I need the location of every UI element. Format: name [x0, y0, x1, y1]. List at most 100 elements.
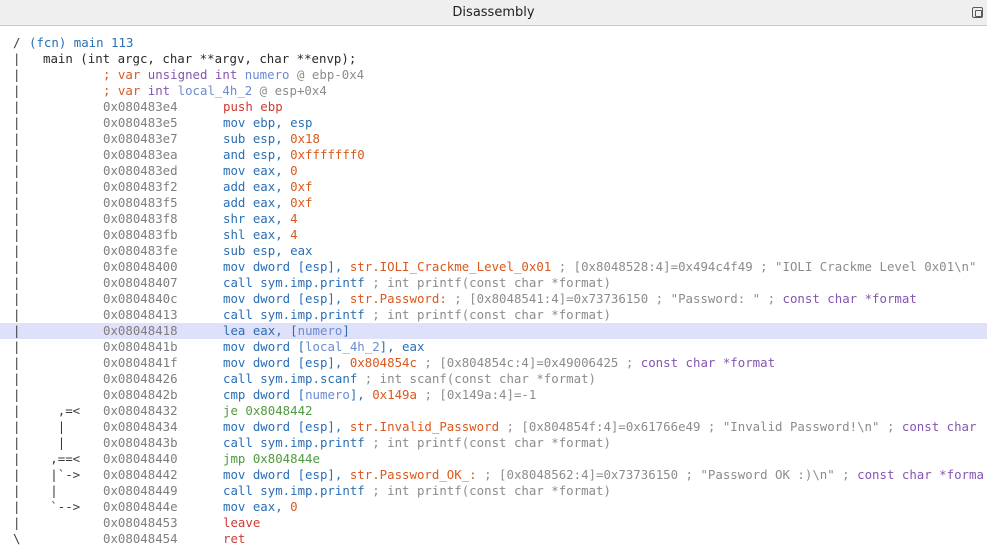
instruction-address[interactable]: 0x0804841b: [103, 339, 178, 355]
instruction-address[interactable]: 0x0804841f: [103, 355, 178, 371]
instruction-token: const char *format: [640, 355, 776, 370]
instruction-row[interactable]: | | 0x0804843b call sym.imp.printf ; int p…: [0, 435, 987, 451]
flow-indicator: | `-->: [13, 499, 81, 514]
instruction-address[interactable]: 0x08048432: [103, 403, 178, 419]
instruction-text[interactable]: je 0x8048442: [223, 403, 313, 419]
instruction-text[interactable]: mov eax, 0: [223, 163, 298, 179]
instruction-address[interactable]: 0x080483f8: [103, 211, 178, 227]
instruction-address[interactable]: 0x080483ed: [103, 163, 178, 179]
instruction-text[interactable]: call sym.imp.scanf ; int scanf(const cha…: [223, 371, 596, 387]
instruction-row[interactable]: | 0x080483f5 add eax, 0xf: [0, 195, 987, 211]
instruction-row[interactable]: | 0x080483f8 shr eax, 4: [0, 211, 987, 227]
var-declaration[interactable]: | ; var int local_4h_2 @ esp+0x4: [0, 83, 987, 99]
instruction-row[interactable]: | 0x0804841b mov dword [local_4h_2], eax: [0, 339, 987, 355]
instruction-text[interactable]: mov dword [esp], str.Invalid_Password ; …: [223, 419, 976, 435]
instruction-text[interactable]: push ebp: [223, 99, 283, 115]
instruction-address[interactable]: 0x080483fb: [103, 227, 178, 243]
instruction-text[interactable]: sub esp, 0x18: [223, 131, 320, 147]
instruction-address[interactable]: 0x08048400: [103, 259, 178, 275]
instruction-text[interactable]: call sym.imp.printf ; int printf(const c…: [223, 483, 611, 499]
instruction-token: ; int printf(const char *format): [364, 435, 611, 450]
instruction-token: call sym.imp.printf: [223, 483, 365, 498]
instruction-text[interactable]: add eax, 0xf: [223, 195, 313, 211]
instruction-address[interactable]: 0x08048407: [103, 275, 178, 291]
instruction-address[interactable]: 0x080483e5: [103, 115, 178, 131]
flow-indicator: |: [13, 323, 21, 338]
instruction-address[interactable]: 0x080483e7: [103, 131, 178, 147]
instruction-text[interactable]: mov dword [esp], str.Password_OK_: ; [0x…: [223, 467, 984, 483]
function-name[interactable]: (fcn) main 113: [29, 35, 133, 51]
instruction-text[interactable]: leave: [223, 515, 260, 531]
instruction-row[interactable]: | 0x0804840c mov dword [esp], str.Password…: [0, 291, 987, 307]
instruction-row[interactable]: | |`-> 0x08048442 mov dword [esp], str.Pas…: [0, 467, 987, 483]
instruction-row[interactable]: | 0x080483e7 sub esp, 0x18: [0, 131, 987, 147]
instruction-row[interactable]: | `--> 0x0804844e mov eax, 0: [0, 499, 987, 515]
instruction-address[interactable]: 0x080483f5: [103, 195, 178, 211]
instruction-address[interactable]: 0x08048440: [103, 451, 178, 467]
instruction-row[interactable]: | 0x080483fb shl eax, 4: [0, 227, 987, 243]
instruction-address[interactable]: 0x0804842b: [103, 387, 178, 403]
instruction-token: 0x18: [290, 131, 320, 146]
instruction-token: push ebp: [223, 99, 283, 114]
instruction-address[interactable]: 0x08048449: [103, 483, 178, 499]
instruction-text[interactable]: call sym.imp.printf ; int printf(const c…: [223, 307, 611, 323]
instruction-address[interactable]: 0x080483ea: [103, 147, 178, 163]
instruction-address[interactable]: 0x08048453: [103, 515, 178, 531]
flow-indicator: |: [13, 163, 21, 178]
instruction-address[interactable]: 0x0804840c: [103, 291, 178, 307]
instruction-row[interactable]: | 0x080483e4 push ebp: [0, 99, 987, 115]
instruction-row[interactable]: | 0x08048426 call sym.imp.scanf ; int scan…: [0, 371, 987, 387]
instruction-text[interactable]: mov dword [esp], 0x804854c ; [0x804854c:…: [223, 355, 775, 371]
instruction-text[interactable]: mov dword [esp], str.IOLI_Crackme_Level_…: [223, 259, 976, 275]
var-name: numero: [244, 67, 290, 82]
instruction-text[interactable]: mov dword [local_4h_2], eax: [223, 339, 424, 355]
instruction-row[interactable]: | 0x080483ea and esp, 0xfffffff0: [0, 147, 987, 163]
instruction-row[interactable]: | ,==< 0x08048440 jmp 0x804844e: [0, 451, 987, 467]
instruction-address[interactable]: 0x080483e4: [103, 99, 178, 115]
instruction-address[interactable]: 0x080483fe: [103, 243, 178, 259]
instruction-address[interactable]: 0x08048442: [103, 467, 178, 483]
instruction-address[interactable]: 0x08048418: [103, 323, 178, 339]
instruction-row-selected[interactable]: | 0x08048418 lea eax, [numero]: [0, 323, 987, 339]
instruction-text[interactable]: sub esp, eax: [223, 243, 313, 259]
instruction-text[interactable]: mov ebp, esp: [223, 115, 313, 131]
instruction-row[interactable]: | 0x0804842b cmp dword [numero], 0x149a ; …: [0, 387, 987, 403]
instruction-text[interactable]: shr eax, 4: [223, 211, 298, 227]
instruction-text[interactable]: call sym.imp.printf ; int printf(const c…: [223, 435, 611, 451]
instruction-address[interactable]: 0x080483f2: [103, 179, 178, 195]
instruction-address[interactable]: 0x08048413: [103, 307, 178, 323]
instruction-row[interactable]: | 0x08048413 call sym.imp.printf ; int pri…: [0, 307, 987, 323]
flow-indicator: |: [13, 99, 21, 114]
var-declaration[interactable]: | ; var unsigned int numero @ ebp-0x4: [0, 67, 987, 83]
instruction-address[interactable]: 0x0804843b: [103, 435, 178, 451]
instruction-text[interactable]: mov dword [esp], str.Password: ; [0x8048…: [223, 291, 917, 307]
instruction-row[interactable]: | 0x0804841f mov dword [esp], 0x804854c ; …: [0, 355, 987, 371]
instruction-text[interactable]: call sym.imp.printf ; int printf(const c…: [223, 275, 611, 291]
instruction-row[interactable]: | 0x080483ed mov eax, 0: [0, 163, 987, 179]
instruction-token: ; [0x8048562:4]=0x73736150 ; "Password O…: [476, 467, 858, 482]
instruction-address[interactable]: 0x08048434: [103, 419, 178, 435]
instruction-row[interactable]: | 0x08048453 leave: [0, 515, 987, 531]
instruction-text[interactable]: ret: [223, 531, 245, 547]
undock-icon[interactable]: [972, 7, 983, 18]
instruction-row[interactable]: \ 0x08048454 ret: [0, 531, 987, 547]
disassembly-view[interactable]: / (fcn) main 113 | main (int argc, char …: [0, 35, 987, 548]
instruction-row[interactable]: | 0x080483fe sub esp, eax: [0, 243, 987, 259]
instruction-text[interactable]: lea eax, [numero]: [223, 323, 350, 339]
instruction-row[interactable]: | 0x080483e5 mov ebp, esp: [0, 115, 987, 131]
instruction-text[interactable]: add eax, 0xf: [223, 179, 313, 195]
instruction-address[interactable]: 0x08048426: [103, 371, 178, 387]
instruction-text[interactable]: jmp 0x804844e: [223, 451, 320, 467]
instruction-text[interactable]: shl eax, 4: [223, 227, 298, 243]
instruction-row[interactable]: | | 0x08048434 mov dword [esp], str.Invali…: [0, 419, 987, 435]
instruction-row[interactable]: | 0x080483f2 add eax, 0xf: [0, 179, 987, 195]
instruction-text[interactable]: cmp dword [numero], 0x149a ; [0x149a:4]=…: [223, 387, 536, 403]
instruction-text[interactable]: and esp, 0xfffffff0: [223, 147, 365, 163]
instruction-text[interactable]: mov eax, 0: [223, 499, 298, 515]
instruction-row[interactable]: | ,=< 0x08048432 je 0x8048442: [0, 403, 987, 419]
instruction-address[interactable]: 0x0804844e: [103, 499, 178, 515]
instruction-row[interactable]: | 0x08048400 mov dword [esp], str.IOLI_Cra…: [0, 259, 987, 275]
instruction-row[interactable]: | 0x08048407 call sym.imp.printf ; int pri…: [0, 275, 987, 291]
instruction-row[interactable]: | | 0x08048449 call sym.imp.printf ; int p…: [0, 483, 987, 499]
instruction-address[interactable]: 0x08048454: [103, 531, 178, 547]
